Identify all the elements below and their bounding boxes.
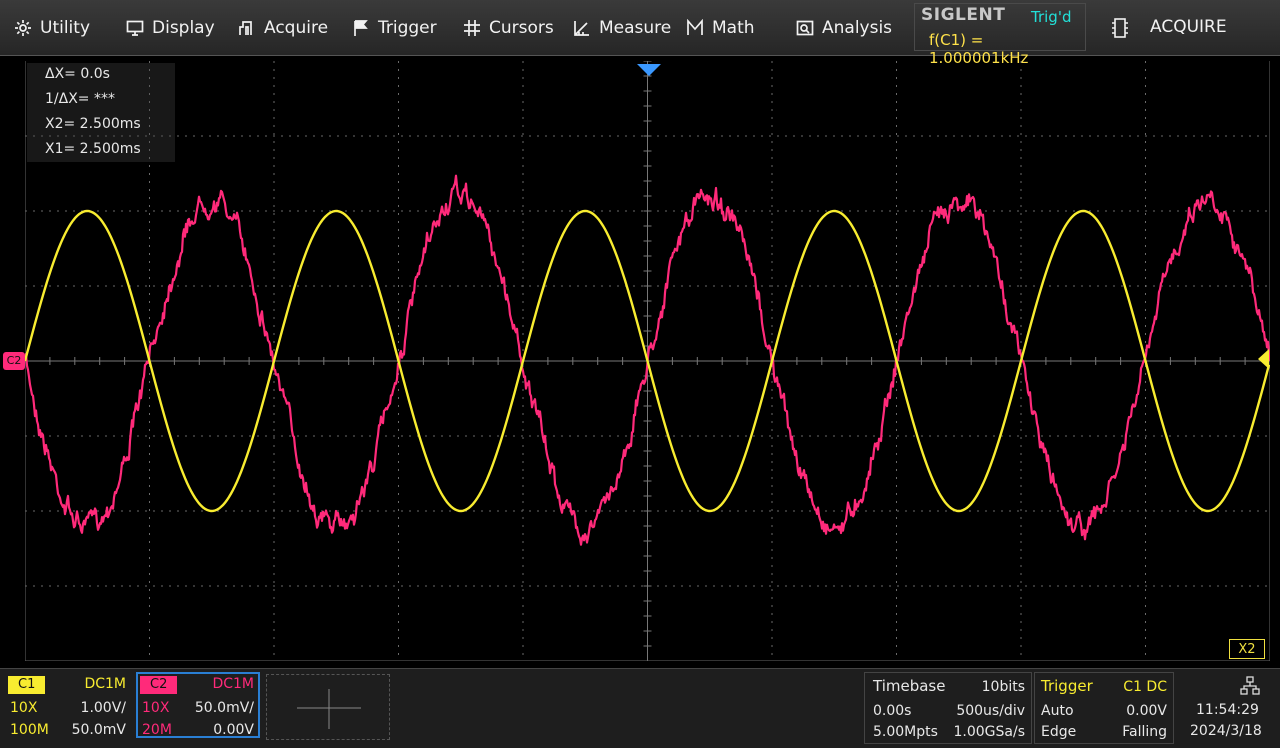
trigger-level: 0.00V [1126, 703, 1167, 719]
memory-icon [1112, 18, 1128, 38]
status-panel: SIGLENT Trig'd f(C1) = 1.000001kHz [914, 3, 1086, 67]
add-channel-slot[interactable] [266, 674, 390, 740]
sample-rate: 1.00GSa/s [953, 724, 1026, 740]
timebase-delay: 0.00s [873, 703, 912, 719]
trigger-box[interactable]: Trigger C1 DC Auto 0.00V Edge Falling [1034, 672, 1174, 744]
memory-depth: 5.00Mpts [873, 724, 938, 740]
x2-cursor-tag[interactable]: X2 [1229, 639, 1265, 659]
c2-coupling: DC1M [212, 676, 254, 692]
c2-probe: 10X [142, 700, 170, 716]
crosshair-icon [464, 20, 480, 36]
menu-utility-label: Utility [40, 18, 91, 38]
brand-logo: SIGLENT [921, 5, 1006, 25]
timebase-scale: 500us/div [956, 703, 1025, 719]
menu-acquire-label: Acquire [264, 18, 329, 38]
clock-time: 11:54:29 [1196, 702, 1259, 718]
menu-bar: Utility Display Acquire Trigger Cursors … [0, 0, 1280, 67]
trigger-type: Edge [1041, 724, 1077, 740]
timebase-label: Timebase [873, 677, 946, 695]
monitor-icon [126, 20, 144, 36]
analysis-icon [796, 20, 814, 36]
network-icon [1240, 676, 1260, 695]
menu-display[interactable]: Display [126, 0, 215, 56]
c1-probe: 10X [10, 700, 38, 716]
measure-icon [574, 21, 589, 36]
trigger-slope: Falling [1122, 724, 1167, 740]
plus-icon [297, 689, 361, 729]
c1-bandwidth: 100M [10, 722, 49, 738]
trigger-position-marker[interactable] [637, 64, 661, 76]
menu-analysis[interactable]: Analysis [796, 0, 892, 56]
menu-trigger-label: Trigger [378, 18, 437, 38]
c2-scale: 50.0mV/ [194, 700, 254, 716]
menu-display-label: Display [152, 18, 215, 38]
menu-cursors-label: Cursors [489, 18, 554, 38]
menu-measure-label: Measure [599, 18, 672, 38]
trigger-level-marker[interactable] [1258, 349, 1269, 369]
trigger-status: Trig'd [1031, 8, 1072, 26]
c1-offset: 50.0mV [71, 722, 126, 738]
graticule [25, 61, 1270, 661]
gear-icon [15, 20, 31, 36]
menu-math-label: Math [712, 18, 755, 38]
x1-readout: X1= 2.500ms [45, 141, 141, 157]
cursor-readout: ΔX= 0.0s 1/ΔX= *** X2= 2.500ms X1= 2.500… [27, 63, 175, 162]
flag-icon [354, 20, 368, 36]
menu-measure[interactable]: Measure [573, 0, 671, 56]
menu-analysis-label: Analysis [822, 18, 893, 38]
trigger-mode: Auto [1041, 703, 1074, 719]
adc-bits: 10bits [981, 679, 1025, 695]
c1-scale: 1.00V/ [80, 700, 126, 716]
menu-acquire[interactable]: Acquire [238, 0, 328, 56]
timebase-box[interactable]: Timebase 10bits 0.00s 500us/div 5.00Mpts… [864, 672, 1032, 744]
clock-panel: 11:54:29 2024/3/18 [1176, 672, 1280, 744]
c2-bandwidth: 20M [142, 722, 172, 738]
acquire-button[interactable]: ACQUIRE [1150, 17, 1227, 37]
trigger-source: C1 DC [1123, 679, 1167, 695]
c1-coupling: DC1M [84, 676, 126, 692]
menu-cursors[interactable]: Cursors [463, 0, 554, 56]
inverse-delta-x-readout: 1/ΔX= *** [45, 91, 115, 107]
x2-readout: X2= 2.500ms [45, 116, 141, 132]
c2-offset: 0.00V [213, 722, 254, 738]
menu-math[interactable]: Math [686, 0, 755, 56]
c2-offset-marker[interactable]: C2 [3, 352, 25, 370]
waveform-area[interactable] [25, 61, 1270, 661]
trigger-label: Trigger [1041, 677, 1093, 695]
channel-2-box[interactable]: C2 DC1M 10X 50.0mV/ 20M 0.00V [136, 672, 260, 738]
acquire-icon [239, 21, 252, 35]
c1-tag: C1 [8, 676, 46, 694]
c2-tag: C2 [140, 676, 178, 694]
menu-trigger[interactable]: Trigger [352, 0, 437, 56]
math-icon [687, 19, 703, 35]
clock-date: 2024/3/18 [1190, 723, 1262, 739]
delta-x-readout: ΔX= 0.0s [45, 66, 110, 82]
menu-utility[interactable]: Utility [14, 0, 90, 56]
channel-1-box[interactable]: C1 DC1M 10X 1.00V/ 100M 50.0mV [6, 674, 130, 740]
